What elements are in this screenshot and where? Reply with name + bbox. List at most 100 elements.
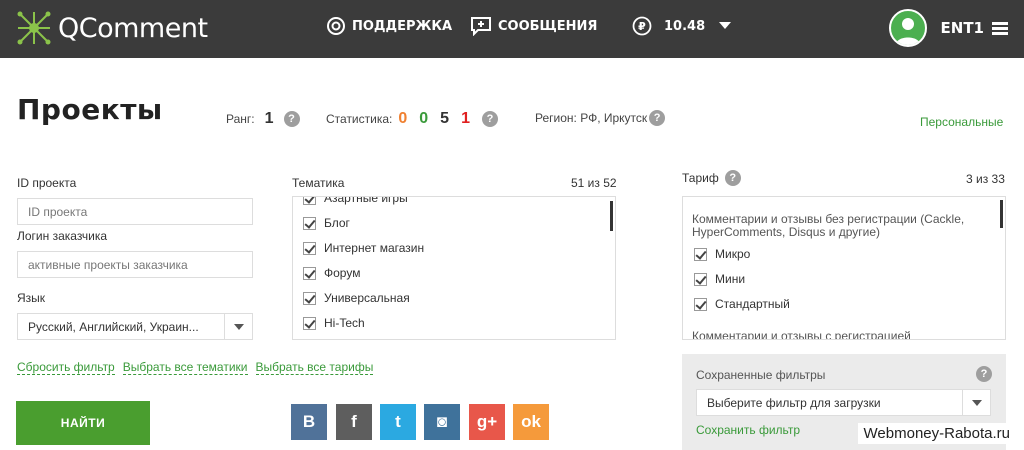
checkbox[interactable] (303, 197, 316, 205)
region: Регион: РФ, Иркутск ? (535, 110, 666, 126)
stat-value: 0 (398, 110, 408, 127)
nav-support[interactable]: ПОДДЕРЖКА (326, 16, 452, 36)
nav-messages-label: СООБЩЕНИЯ (498, 18, 598, 34)
language-label: Язык (17, 291, 46, 305)
rank-help-icon[interactable]: ? (283, 111, 300, 127)
topics-label: Тематика (292, 176, 345, 190)
list-item[interactable]: Интернет магазин (303, 241, 424, 255)
logo-icon (17, 11, 51, 45)
customer-login-label: Логин заказчика (17, 229, 108, 243)
username: ENT1 (940, 19, 984, 37)
list-item-label: Интернет магазин (324, 241, 425, 255)
save-filter-link[interactable]: Сохранить фильтр (696, 423, 800, 437)
list-item[interactable]: Азартные игры (303, 196, 408, 205)
rank-label: Ранг: (226, 112, 255, 126)
topics-list[interactable]: Азартные игры Блог Интернет магазин Фору… (292, 196, 616, 340)
list-item[interactable]: Микро (694, 247, 750, 261)
tariff-help-icon[interactable]: ? (724, 170, 741, 186)
top-bar: QComment ПОДДЕРЖКА СООБЩЕНИЯ ₽ 10.48 ENT… (0, 0, 1024, 58)
nav-support-label: ПОДДЕРЖКА (352, 18, 453, 34)
region-help-icon[interactable]: ? (649, 110, 666, 126)
tariff-list[interactable]: Комментарии и отзывы без регистрации (Ca… (682, 196, 1006, 340)
ruble-icon: ₽ (632, 16, 652, 36)
tariff-label: Тариф (682, 171, 719, 185)
checkbox[interactable] (694, 297, 707, 311)
stat-value: 0 (419, 110, 429, 127)
checkbox[interactable] (303, 316, 316, 330)
rank-value: 1 (264, 110, 274, 127)
caret-down-icon (719, 22, 732, 29)
scrollbar[interactable] (610, 201, 613, 231)
list-item-label: Мини (715, 272, 746, 286)
language-select[interactable]: Русский, Английский, Украин... (17, 313, 253, 340)
lifebuoy-icon (327, 17, 345, 35)
app-name: QComment (58, 12, 208, 44)
select-all-topics-link[interactable]: Выбрать все тематики (122, 360, 248, 375)
twitter-icon[interactable]: t (380, 404, 416, 440)
list-item[interactable]: Мини (694, 272, 745, 286)
rank: Ранг: 1 ? (226, 110, 300, 128)
personal-link[interactable]: Персональные (920, 115, 1003, 129)
google-plus-icon[interactable]: g+ (469, 404, 505, 440)
list-item-label: Hi-Tech (324, 316, 365, 330)
list-item-label: Форум (324, 266, 361, 280)
list-item-label: Универсальная (324, 291, 410, 305)
list-item-label: Блог (324, 216, 350, 230)
list-item[interactable]: Блог (303, 216, 350, 230)
add-message-icon (471, 17, 491, 36)
menu-icon[interactable] (992, 20, 1008, 37)
scrollbar[interactable] (1000, 200, 1003, 228)
svg-text:₽: ₽ (638, 20, 646, 33)
balance-dropdown[interactable]: ₽ 10.48 (632, 16, 737, 36)
saved-filters-help-icon[interactable]: ? (976, 366, 992, 382)
statistics: Статистика: 0 0 5 1 ? (326, 110, 498, 128)
checkbox[interactable] (303, 291, 316, 305)
list-item[interactable]: Hi-Tech (303, 316, 365, 330)
facebook-icon[interactable]: f (336, 404, 372, 440)
list-item[interactable]: Форум (303, 266, 360, 280)
project-id-input[interactable]: ID проекта (17, 198, 253, 225)
user-menu[interactable]: ENT1 (888, 9, 1008, 47)
checkbox[interactable] (303, 241, 316, 255)
watermark: Webmoney-Rabota.ru (857, 423, 1016, 444)
nav-messages[interactable]: СООБЩЕНИЯ (470, 16, 597, 36)
saved-filter-select-value: Выберите фильтр для загрузки (707, 396, 881, 410)
list-item[interactable]: Стандартный (694, 297, 790, 311)
checkbox[interactable] (303, 266, 316, 280)
checkbox[interactable] (303, 216, 316, 230)
balance-value: 10.48 (664, 18, 706, 34)
checkbox[interactable] (694, 272, 707, 286)
tariff-count: 3 из 33 (966, 172, 1005, 186)
language-select-value: Русский, Английский, Украин... (28, 320, 199, 334)
tariff-header: Тариф ? (682, 170, 741, 186)
instagram-icon[interactable]: ◙ (424, 404, 460, 440)
customer-login-input[interactable]: активные проекты заказчика (17, 251, 253, 278)
chevron-down-icon[interactable] (962, 390, 990, 415)
list-item-label: Микро (715, 247, 751, 261)
checkbox[interactable] (694, 247, 707, 261)
avatar[interactable] (888, 9, 927, 47)
tariff-group-heading: Комментарии и отзывы с регистрацией (692, 329, 911, 340)
list-item[interactable]: Универсальная (303, 291, 410, 305)
tariff-group-heading: Комментарии и отзывы без регистрации (Ca… (692, 212, 965, 239)
stats-label: Статистика: (326, 112, 393, 126)
list-item-label: Стандартный (715, 297, 790, 311)
stat-value: 5 (440, 110, 450, 127)
list-item-label: Азартные игры (324, 196, 408, 205)
page-title: Проекты (17, 93, 163, 126)
topics-count: 51 из 52 (571, 176, 617, 190)
vk-icon[interactable]: B (291, 404, 327, 440)
user-icon (895, 18, 920, 45)
region-label: Регион: РФ, Иркутск (535, 111, 648, 125)
project-id-label: ID проекта (17, 176, 77, 190)
odnoklassniki-icon[interactable]: ok (513, 404, 549, 440)
stat-value: 1 (461, 110, 470, 127)
select-all-tariffs-link[interactable]: Выбрать все тарифы (255, 360, 374, 375)
logo[interactable]: QComment (16, 10, 208, 46)
reset-filter-link[interactable]: Сбросить фильтр (17, 360, 115, 375)
stats-help-icon[interactable]: ? (481, 111, 498, 127)
saved-filter-select[interactable]: Выберите фильтр для загрузки (696, 389, 991, 416)
filter-links: Сбросить фильтр Выбрать все тематики Выбра… (17, 358, 381, 376)
chevron-down-icon[interactable] (224, 314, 252, 339)
find-button[interactable]: НАЙТИ (16, 401, 150, 445)
